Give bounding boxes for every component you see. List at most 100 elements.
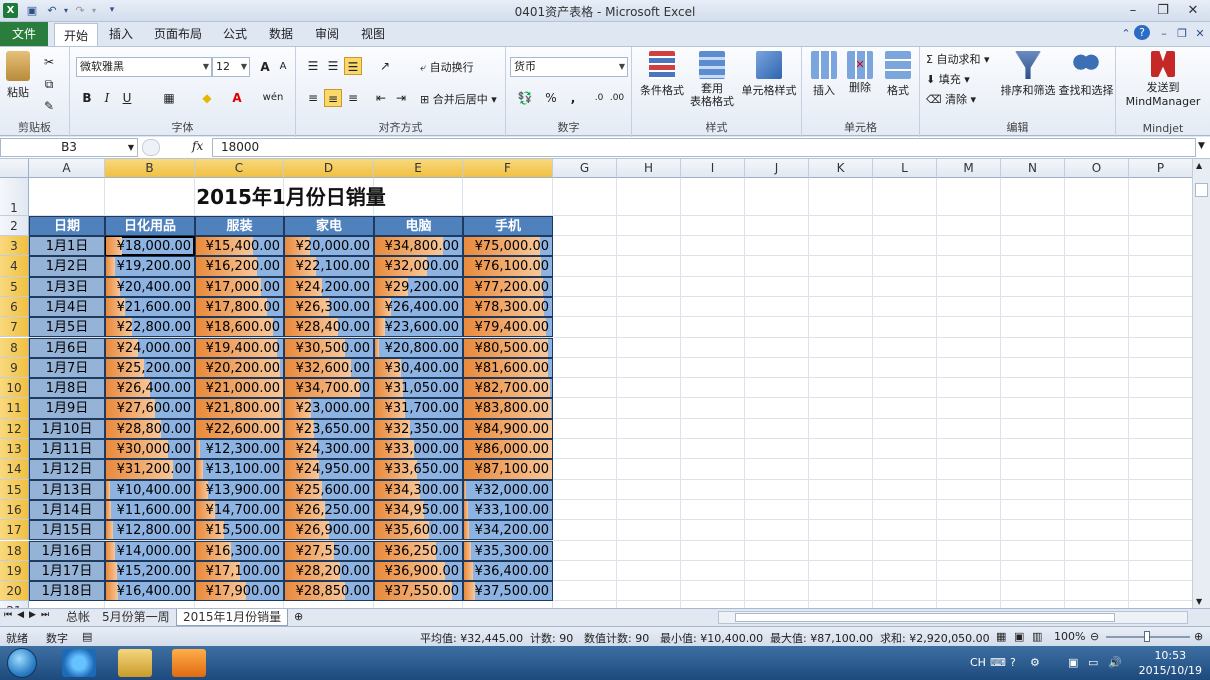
- align-right-icon[interactable]: ≡: [344, 89, 362, 107]
- close-button[interactable]: ✕: [1180, 1, 1206, 20]
- table-header-cell[interactable]: 服装: [195, 216, 284, 236]
- column-header[interactable]: I: [681, 159, 745, 178]
- column-header[interactable]: F: [463, 159, 553, 178]
- table-header-cell[interactable]: 日化用品: [105, 216, 195, 236]
- minimize-button[interactable]: –: [1120, 1, 1146, 20]
- date-cell[interactable]: 1月13日: [29, 479, 105, 500]
- bold-button[interactable]: B: [78, 89, 96, 107]
- value-cell[interactable]: ¥24,300.00: [284, 439, 374, 460]
- align-bottom-icon[interactable]: ☰: [344, 57, 362, 75]
- column-header[interactable]: D: [284, 159, 374, 178]
- sort-filter-button[interactable]: 排序和筛选: [1000, 51, 1056, 98]
- horizontal-scroll-thumb[interactable]: [735, 613, 1115, 622]
- date-cell[interactable]: 1月4日: [29, 296, 105, 318]
- value-cell[interactable]: ¥31,050.00: [374, 378, 463, 399]
- value-cell[interactable]: ¥37,500.00: [463, 581, 553, 602]
- date-cell[interactable]: 1月5日: [29, 317, 105, 338]
- value-cell[interactable]: ¥27,550.00: [284, 540, 374, 561]
- value-cell[interactable]: ¥87,100.00: [463, 459, 553, 480]
- merge-center-button[interactable]: ⊞ 合并后居中 ▾: [420, 91, 497, 107]
- doc-close-icon[interactable]: ✕: [1192, 26, 1208, 41]
- tab-data[interactable]: 数据: [264, 22, 298, 46]
- date-cell[interactable]: 1月15日: [29, 520, 105, 541]
- spreadsheet-grid[interactable]: ABCDEFGHIJKLMNOP 1 2 3 4 5 6 7 8 9 10 11 12 13 14 15 16…: [0, 159, 1192, 608]
- value-cell[interactable]: ¥36,400.00: [463, 560, 553, 582]
- value-cell[interactable]: ¥15,500.00: [195, 520, 284, 541]
- copy-icon[interactable]: ⧉: [40, 75, 58, 93]
- format-painter-icon[interactable]: ✎: [40, 97, 58, 115]
- value-cell[interactable]: ¥26,900.00: [284, 520, 374, 541]
- phonetic-icon[interactable]: wén: [260, 89, 286, 107]
- row-header[interactable]: 11: [0, 398, 29, 419]
- zoom-out-icon[interactable]: ⊖: [1090, 630, 1099, 643]
- value-cell[interactable]: ¥34,950.00: [374, 499, 463, 521]
- value-cell[interactable]: ¥31,700.00: [374, 398, 463, 419]
- zoom-in-icon[interactable]: ⊕: [1194, 630, 1203, 643]
- sheet-nav-arrows-icon[interactable]: ⏮◀▶⏭: [4, 610, 54, 620]
- clock[interactable]: 10:53 2015/10/19: [1139, 648, 1202, 678]
- value-cell[interactable]: ¥23,600.00: [374, 317, 463, 338]
- value-cell[interactable]: ¥22,800.00: [105, 317, 195, 338]
- new-sheet-icon[interactable]: ⊕: [294, 610, 303, 623]
- align-center-icon[interactable]: ≡: [324, 89, 342, 107]
- align-top-icon[interactable]: ☰: [304, 57, 322, 75]
- tab-file[interactable]: 文件: [0, 22, 48, 46]
- row-header[interactable]: 19: [0, 560, 29, 582]
- border-icon[interactable]: ▦: [160, 89, 178, 107]
- vertical-scrollbar[interactable]: ▲ ▼: [1192, 159, 1210, 608]
- doc-minimize-icon[interactable]: –: [1156, 26, 1172, 41]
- decrease-indent-icon[interactable]: ⇤: [372, 89, 390, 107]
- value-cell[interactable]: ¥28,850.00: [284, 581, 374, 602]
- row-header[interactable]: 15: [0, 479, 29, 500]
- row-header[interactable]: 1: [0, 178, 29, 216]
- value-cell[interactable]: ¥24,000.00: [105, 337, 195, 358]
- value-cell[interactable]: ¥30,400.00: [374, 357, 463, 379]
- date-cell[interactable]: 1月2日: [29, 256, 105, 277]
- cell-styles-button[interactable]: 单元格样式: [740, 51, 798, 98]
- value-cell[interactable]: ¥28,200.00: [284, 560, 374, 582]
- value-cell[interactable]: ¥29,200.00: [374, 276, 463, 297]
- value-cell[interactable]: ¥13,100.00: [195, 459, 284, 480]
- sheet-tab[interactable]: 总帐: [60, 609, 96, 626]
- table-header-cell[interactable]: 电脑: [374, 216, 463, 236]
- value-cell[interactable]: ¥20,200.00: [195, 357, 284, 379]
- value-cell[interactable]: ¥15,200.00: [105, 560, 195, 582]
- value-cell[interactable]: ¥33,000.00: [374, 439, 463, 460]
- value-cell[interactable]: ¥77,200.00: [463, 276, 553, 297]
- date-cell[interactable]: 1月8日: [29, 378, 105, 399]
- date-cell[interactable]: 1月11日: [29, 439, 105, 460]
- column-header[interactable]: K: [809, 159, 873, 178]
- grow-font-icon[interactable]: A: [256, 58, 274, 76]
- date-cell[interactable]: 1月3日: [29, 276, 105, 297]
- value-cell[interactable]: ¥20,400.00: [105, 276, 195, 297]
- formula-input[interactable]: 18000: [212, 138, 1196, 157]
- value-cell[interactable]: ¥81,600.00: [463, 357, 553, 379]
- value-cell[interactable]: ¥27,600.00: [105, 398, 195, 419]
- input-settings-icon[interactable]: ⚙: [1030, 656, 1040, 669]
- value-cell[interactable]: ¥32,350.00: [374, 418, 463, 439]
- value-cell[interactable]: ¥35,300.00: [463, 540, 553, 561]
- media-player-icon[interactable]: [172, 649, 206, 677]
- value-cell[interactable]: ¥24,950.00: [284, 459, 374, 480]
- value-cell[interactable]: ¥30,000.00: [105, 439, 195, 460]
- font-color-icon[interactable]: A: [228, 89, 246, 107]
- tab-page-layout[interactable]: 页面布局: [150, 22, 206, 46]
- value-cell[interactable]: ¥21,800.00: [195, 398, 284, 419]
- row-header[interactable]: 6: [0, 296, 29, 318]
- find-select-button[interactable]: 查找和选择: [1058, 51, 1114, 98]
- tab-view[interactable]: 视图: [356, 22, 390, 46]
- paste-button[interactable]: 粘贴: [6, 51, 30, 100]
- value-cell[interactable]: ¥28,400.00: [284, 317, 374, 338]
- display-icon[interactable]: ▭: [1088, 656, 1098, 669]
- accounting-format-icon[interactable]: 💱: [512, 89, 538, 107]
- row-header[interactable]: 5: [0, 276, 29, 297]
- shrink-font-icon[interactable]: A: [274, 58, 292, 76]
- value-cell[interactable]: ¥12,800.00: [105, 520, 195, 541]
- column-header[interactable]: H: [617, 159, 681, 178]
- row-header[interactable]: 4: [0, 256, 29, 277]
- zoom-slider-thumb[interactable]: [1144, 631, 1150, 642]
- column-header[interactable]: B: [105, 159, 195, 178]
- date-cell[interactable]: 1月12日: [29, 459, 105, 480]
- tab-formulas[interactable]: 公式: [218, 22, 252, 46]
- row-header[interactable]: 8: [0, 337, 29, 358]
